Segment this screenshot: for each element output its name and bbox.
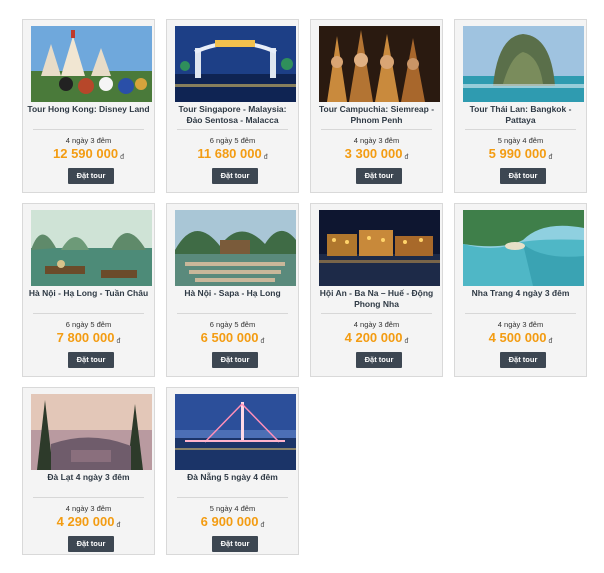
- tour-photo-nha-trang-bay[interactable]: [463, 210, 584, 286]
- tour-photo-limestone-island[interactable]: [463, 26, 584, 102]
- tour-price: 7 800 000 đ: [23, 330, 154, 345]
- currency-symbol: đ: [548, 338, 553, 345]
- tour-card[interactable]: Đà Nẵng 5 ngày 4 đêm 5 ngày 4 đêm 6 900 …: [166, 387, 299, 555]
- price-value: 11 680 000: [197, 146, 262, 161]
- currency-symbol: đ: [404, 154, 409, 161]
- book-tour-button[interactable]: Đặt tour: [68, 168, 114, 184]
- price-value: 6 500 000: [200, 330, 259, 345]
- currency-symbol: đ: [116, 522, 121, 529]
- tour-card[interactable]: Tour Hong Kong: Disney Land 4 ngày 3 đêm…: [22, 19, 155, 193]
- tour-duration: 4 ngày 3 đêm: [65, 136, 112, 145]
- divider: [33, 313, 144, 314]
- tour-price: 11 680 000 đ: [167, 146, 298, 161]
- divider: [321, 129, 432, 130]
- book-tour-button[interactable]: Đặt tour: [356, 168, 402, 184]
- tour-card[interactable]: Hà Nội - Sapa - Hạ Long 6 ngày 5 đêm 6 5…: [166, 203, 299, 377]
- tour-duration: 5 ngày 4 đêm: [209, 504, 256, 513]
- currency-symbol: đ: [260, 522, 265, 529]
- tour-card[interactable]: Hà Nội - Hạ Long - Tuần Châu 6 ngày 5 đê…: [22, 203, 155, 377]
- price-value: 12 590 000: [53, 146, 119, 161]
- book-tour-button[interactable]: Đặt tour: [68, 352, 114, 368]
- tour-photo-halong-bay[interactable]: [31, 210, 152, 286]
- currency-symbol: đ: [120, 154, 124, 161]
- price-value: 4 500 000: [488, 330, 547, 345]
- book-tour-button[interactable]: Đặt tour: [68, 536, 114, 552]
- tour-title[interactable]: Hội An - Ba Na – Huế - Động Phong Nha: [315, 288, 438, 310]
- tour-card[interactable]: Tour Singapore - Malaysia: Đảo Sentosa -…: [166, 19, 299, 193]
- book-tour-button[interactable]: Đặt tour: [500, 352, 546, 368]
- price-value: 7 800 000: [56, 330, 115, 345]
- currency-symbol: đ: [404, 338, 409, 345]
- divider: [177, 313, 288, 314]
- tour-photo-disneyland[interactable]: [31, 26, 152, 102]
- book-tour-button[interactable]: Đặt tour: [212, 168, 258, 184]
- tour-card[interactable]: Hội An - Ba Na – Huế - Động Phong Nha 4 …: [310, 203, 443, 377]
- tour-title[interactable]: Tour Thái Lan: Bangkok - Pattaya: [459, 104, 582, 126]
- tour-title[interactable]: Đà Nẵng 5 ngày 4 đêm: [171, 472, 294, 483]
- tour-price: 3 300 000 đ: [311, 146, 442, 161]
- tour-title[interactable]: Hà Nội - Sapa - Hạ Long: [171, 288, 294, 299]
- currency-symbol: đ: [548, 154, 553, 161]
- divider: [177, 497, 288, 498]
- tour-card[interactable]: Nha Trang 4 ngày 3 đêm 4 ngày 3 đêm 4 50…: [454, 203, 587, 377]
- tour-photo-trang-an-boats[interactable]: [175, 210, 296, 286]
- tour-price: 5 990 000 đ: [455, 146, 586, 161]
- book-tour-button[interactable]: Đặt tour: [356, 352, 402, 368]
- tour-photo-da-nang-bridge[interactable]: [175, 394, 296, 470]
- tour-duration: 4 ngày 3 đêm: [353, 136, 400, 145]
- tour-photo-sentosa[interactable]: [175, 26, 296, 102]
- tour-photo-hoi-an-night[interactable]: [319, 210, 440, 286]
- tour-duration: 4 ngày 3 đêm: [497, 320, 544, 329]
- tour-title[interactable]: Tour Hong Kong: Disney Land: [27, 104, 150, 115]
- tour-title[interactable]: Tour Campuchia: Siemreap - Phnom Penh: [315, 104, 438, 126]
- divider: [465, 313, 576, 314]
- tour-price: 4 200 000 đ: [311, 330, 442, 345]
- price-value: 4 290 000: [56, 514, 115, 529]
- tour-duration: 6 ngày 5 đêm: [65, 320, 112, 329]
- tour-price: 4 500 000 đ: [455, 330, 586, 345]
- tour-title[interactable]: Đà Lạt 4 ngày 3 đêm: [27, 472, 150, 483]
- tour-duration: 6 ngày 5 đêm: [209, 320, 256, 329]
- currency-symbol: đ: [260, 338, 265, 345]
- tour-photo-apsara-dancers[interactable]: [319, 26, 440, 102]
- book-tour-button[interactable]: Đặt tour: [212, 352, 258, 368]
- tour-title[interactable]: Tour Singapore - Malaysia: Đảo Sentosa -…: [171, 104, 294, 126]
- divider: [465, 129, 576, 130]
- tour-card[interactable]: Tour Campuchia: Siemreap - Phnom Penh 4 …: [310, 19, 443, 193]
- tour-price: 12 590 000 đ: [23, 146, 154, 161]
- currency-symbol: đ: [263, 154, 268, 161]
- book-tour-button[interactable]: Đặt tour: [500, 168, 546, 184]
- tour-card[interactable]: Tour Thái Lan: Bangkok - Pattaya 5 ngày …: [454, 19, 587, 193]
- price-value: 4 200 000: [344, 330, 403, 345]
- divider: [33, 497, 144, 498]
- divider: [177, 129, 288, 130]
- tour-title[interactable]: Hà Nội - Hạ Long - Tuần Châu: [27, 288, 150, 299]
- tour-title[interactable]: Nha Trang 4 ngày 3 đêm: [459, 288, 582, 299]
- tour-photo-da-lat[interactable]: [31, 394, 152, 470]
- tour-duration: 4 ngày 3 đêm: [353, 320, 400, 329]
- tour-duration: 6 ngày 5 đêm: [209, 136, 256, 145]
- book-tour-button[interactable]: Đặt tour: [212, 536, 258, 552]
- tour-price: 6 500 000 đ: [167, 330, 298, 345]
- currency-symbol: đ: [116, 338, 121, 345]
- divider: [321, 313, 432, 314]
- tour-duration: 5 ngày 4 đêm: [497, 136, 544, 145]
- price-value: 6 900 000: [200, 514, 259, 529]
- tour-duration: 4 ngày 3 đêm: [65, 504, 112, 513]
- tour-card[interactable]: Đà Lạt 4 ngày 3 đêm 4 ngày 3 đêm 4 290 0…: [22, 387, 155, 555]
- price-value: 5 990 000: [488, 146, 547, 161]
- tour-price: 6 900 000 đ: [167, 514, 298, 529]
- price-value: 3 300 000: [344, 146, 403, 161]
- divider: [33, 129, 144, 130]
- tour-price: 4 290 000 đ: [23, 514, 154, 529]
